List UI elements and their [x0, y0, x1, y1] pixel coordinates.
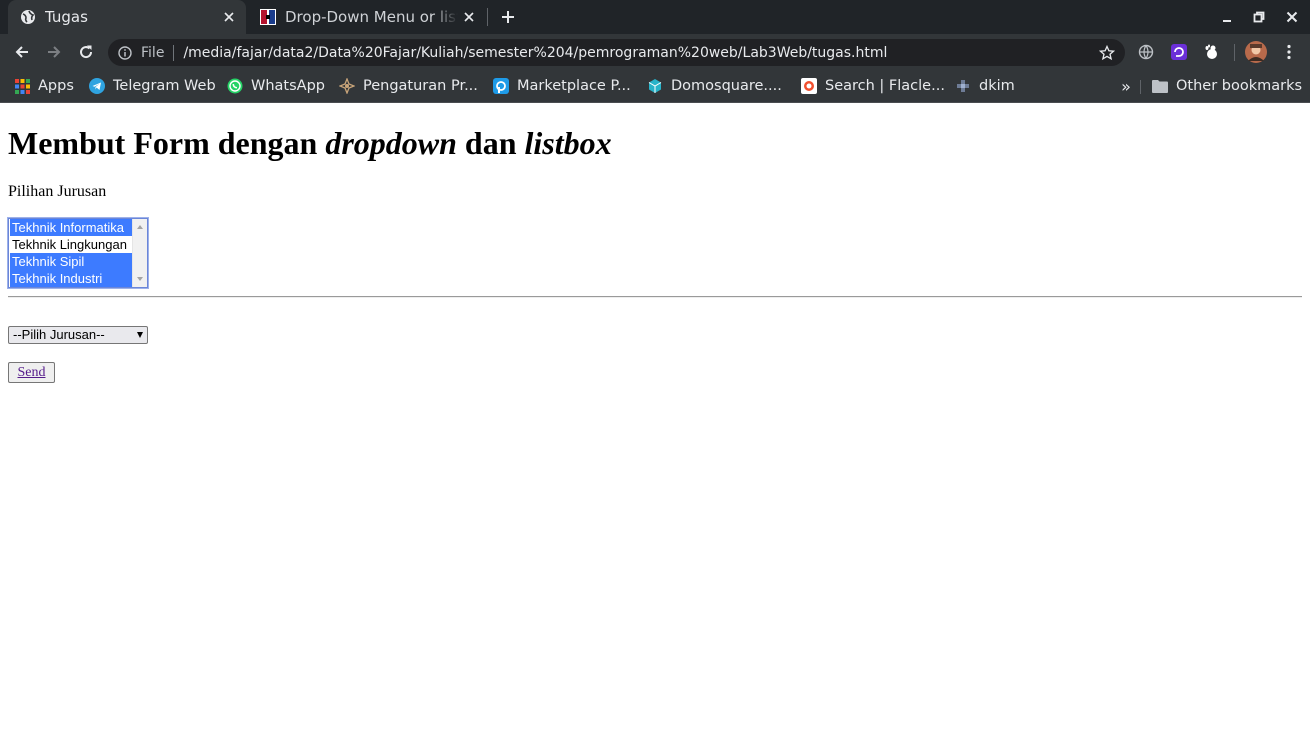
reload-icon: [80, 45, 93, 59]
apps-grid-icon: [14, 78, 30, 94]
scroll-down-icon[interactable]: [137, 277, 143, 281]
close-icon[interactable]: [458, 6, 480, 28]
bookmark-label: Other bookmarks: [1176, 78, 1303, 94]
globe-icon: [20, 9, 36, 25]
domosquare-icon: [647, 78, 663, 94]
more-bookmarks-button[interactable]: »: [1118, 76, 1134, 96]
marketplace-icon: [493, 78, 509, 94]
bookmark-pengaturan[interactable]: Pengaturan Pr...: [339, 75, 478, 97]
tab-strip: Tugas Drop-Down Menu or list box: [0, 0, 1310, 34]
jurusan-label: Pilihan Jurusan: [8, 183, 107, 200]
bookmark-label: Pengaturan Pr...: [363, 78, 478, 94]
telegram-icon: [89, 78, 105, 94]
minimize-button[interactable]: [1216, 6, 1238, 28]
arrow-left-icon: [15, 46, 28, 58]
tab-title: Drop-Down Menu or list box: [285, 8, 458, 26]
other-bookmarks-folder[interactable]: Other bookmarks: [1152, 75, 1302, 97]
tab-dropdown-menu[interactable]: Drop-Down Menu or list box: [250, 0, 486, 34]
jurusan-dropdown[interactable]: --Pilih Jurusan--: [8, 326, 148, 344]
address-divider: [173, 44, 175, 61]
extension-gnome-icon[interactable]: [1201, 42, 1221, 62]
bookmark-marketplace[interactable]: Marketplace P...: [493, 75, 631, 97]
info-icon[interactable]: [117, 45, 133, 61]
bookmark-label: dkim: [979, 78, 1015, 94]
site-favicon: [260, 9, 276, 25]
dkim-icon: [955, 78, 971, 94]
jurusan-listbox[interactable]: Tekhnik Informatika Tekhnik Lingkungan T…: [7, 217, 149, 289]
bookmark-label: WhatsApp: [251, 78, 325, 94]
plus-icon: [502, 11, 514, 23]
extension-purple-icon[interactable]: [1169, 42, 1189, 62]
tab-tugas[interactable]: Tugas: [8, 0, 246, 34]
forward-button[interactable]: [42, 40, 66, 64]
scheme-label: File: [141, 44, 165, 61]
tab-title: Tugas: [45, 8, 88, 26]
bookmark-domosquare[interactable]: Domosquare....: [647, 75, 782, 97]
bookmarks-divider: [1140, 80, 1141, 94]
page-title: Membut Form dengan dropdown dan listbox: [8, 125, 612, 162]
title-text: Membut Form dengan: [8, 125, 326, 161]
star-icon[interactable]: [1098, 44, 1116, 62]
bookmark-label: Domosquare....: [671, 78, 782, 94]
new-tab-button[interactable]: [497, 6, 519, 28]
dropdown-selected-value: --Pilih Jurusan--: [13, 327, 105, 342]
listbox-option-informatika[interactable]: Tekhnik Informatika: [10, 219, 132, 236]
listbox-option-sipil[interactable]: Tekhnik Sipil: [10, 253, 132, 270]
bookmark-flacle[interactable]: Search | Flacle...: [801, 75, 945, 97]
bookmarks-bar: Apps Telegram Web WhatsApp Pengaturan Pr…: [0, 70, 1310, 103]
bookmark-whatsapp[interactable]: WhatsApp: [227, 75, 325, 97]
title-text: dan: [456, 125, 525, 161]
toolbar-divider: [1234, 44, 1235, 61]
listbox-option-industri[interactable]: Tekhnik Industri: [10, 270, 132, 287]
listbox-option-lingkungan[interactable]: Tekhnik Lingkungan: [10, 236, 132, 253]
close-icon[interactable]: [218, 6, 240, 28]
back-button[interactable]: [10, 40, 34, 64]
restore-button[interactable]: [1248, 6, 1270, 28]
settings-favicon: [339, 78, 355, 94]
address-bar[interactable]: File /media/fajar/data2/Data%20Fajar/Kul…: [108, 39, 1125, 66]
chevron-down-icon: [137, 332, 143, 338]
whatsapp-icon: [227, 78, 243, 94]
send-link[interactable]: Send: [18, 365, 46, 380]
close-icon: [1286, 11, 1298, 23]
kebab-menu-icon[interactable]: [1279, 42, 1299, 62]
tab-divider: [487, 8, 488, 26]
reload-button[interactable]: [74, 40, 98, 64]
horizontal-rule: [8, 296, 1302, 298]
page-content: Membut Form dengan dropdown dan listbox …: [0, 104, 1310, 741]
browser-toolbar: File /media/fajar/data2/Data%20Fajar/Kul…: [0, 34, 1310, 70]
url-text[interactable]: /media/fajar/data2/Data%20Fajar/Kuliah/s…: [183, 45, 1098, 61]
minimize-icon: [1223, 20, 1231, 22]
flacle-icon: [801, 78, 817, 94]
close-window-button[interactable]: [1281, 6, 1303, 28]
title-italic-dropdown: dropdown: [325, 125, 457, 161]
restore-icon: [1253, 11, 1265, 23]
bookmark-label: Marketplace P...: [517, 78, 631, 94]
bookmark-label: Apps: [38, 78, 74, 94]
bookmark-dkim[interactable]: dkim: [955, 75, 1015, 97]
title-italic-listbox: listbox: [524, 125, 612, 161]
folder-icon: [1152, 78, 1168, 94]
bookmark-label: Telegram Web: [113, 78, 216, 94]
bookmark-apps[interactable]: Apps: [14, 75, 74, 97]
scroll-up-icon[interactable]: [137, 225, 143, 229]
arrow-right-icon: [48, 46, 61, 58]
avatar[interactable]: [1245, 41, 1267, 63]
translate-extension-icon[interactable]: [1136, 42, 1156, 62]
bookmark-telegram[interactable]: Telegram Web: [89, 75, 216, 97]
send-button[interactable]: Send: [8, 362, 55, 383]
listbox-scrollbar[interactable]: [132, 219, 147, 287]
bookmark-label: Search | Flacle...: [825, 78, 945, 94]
